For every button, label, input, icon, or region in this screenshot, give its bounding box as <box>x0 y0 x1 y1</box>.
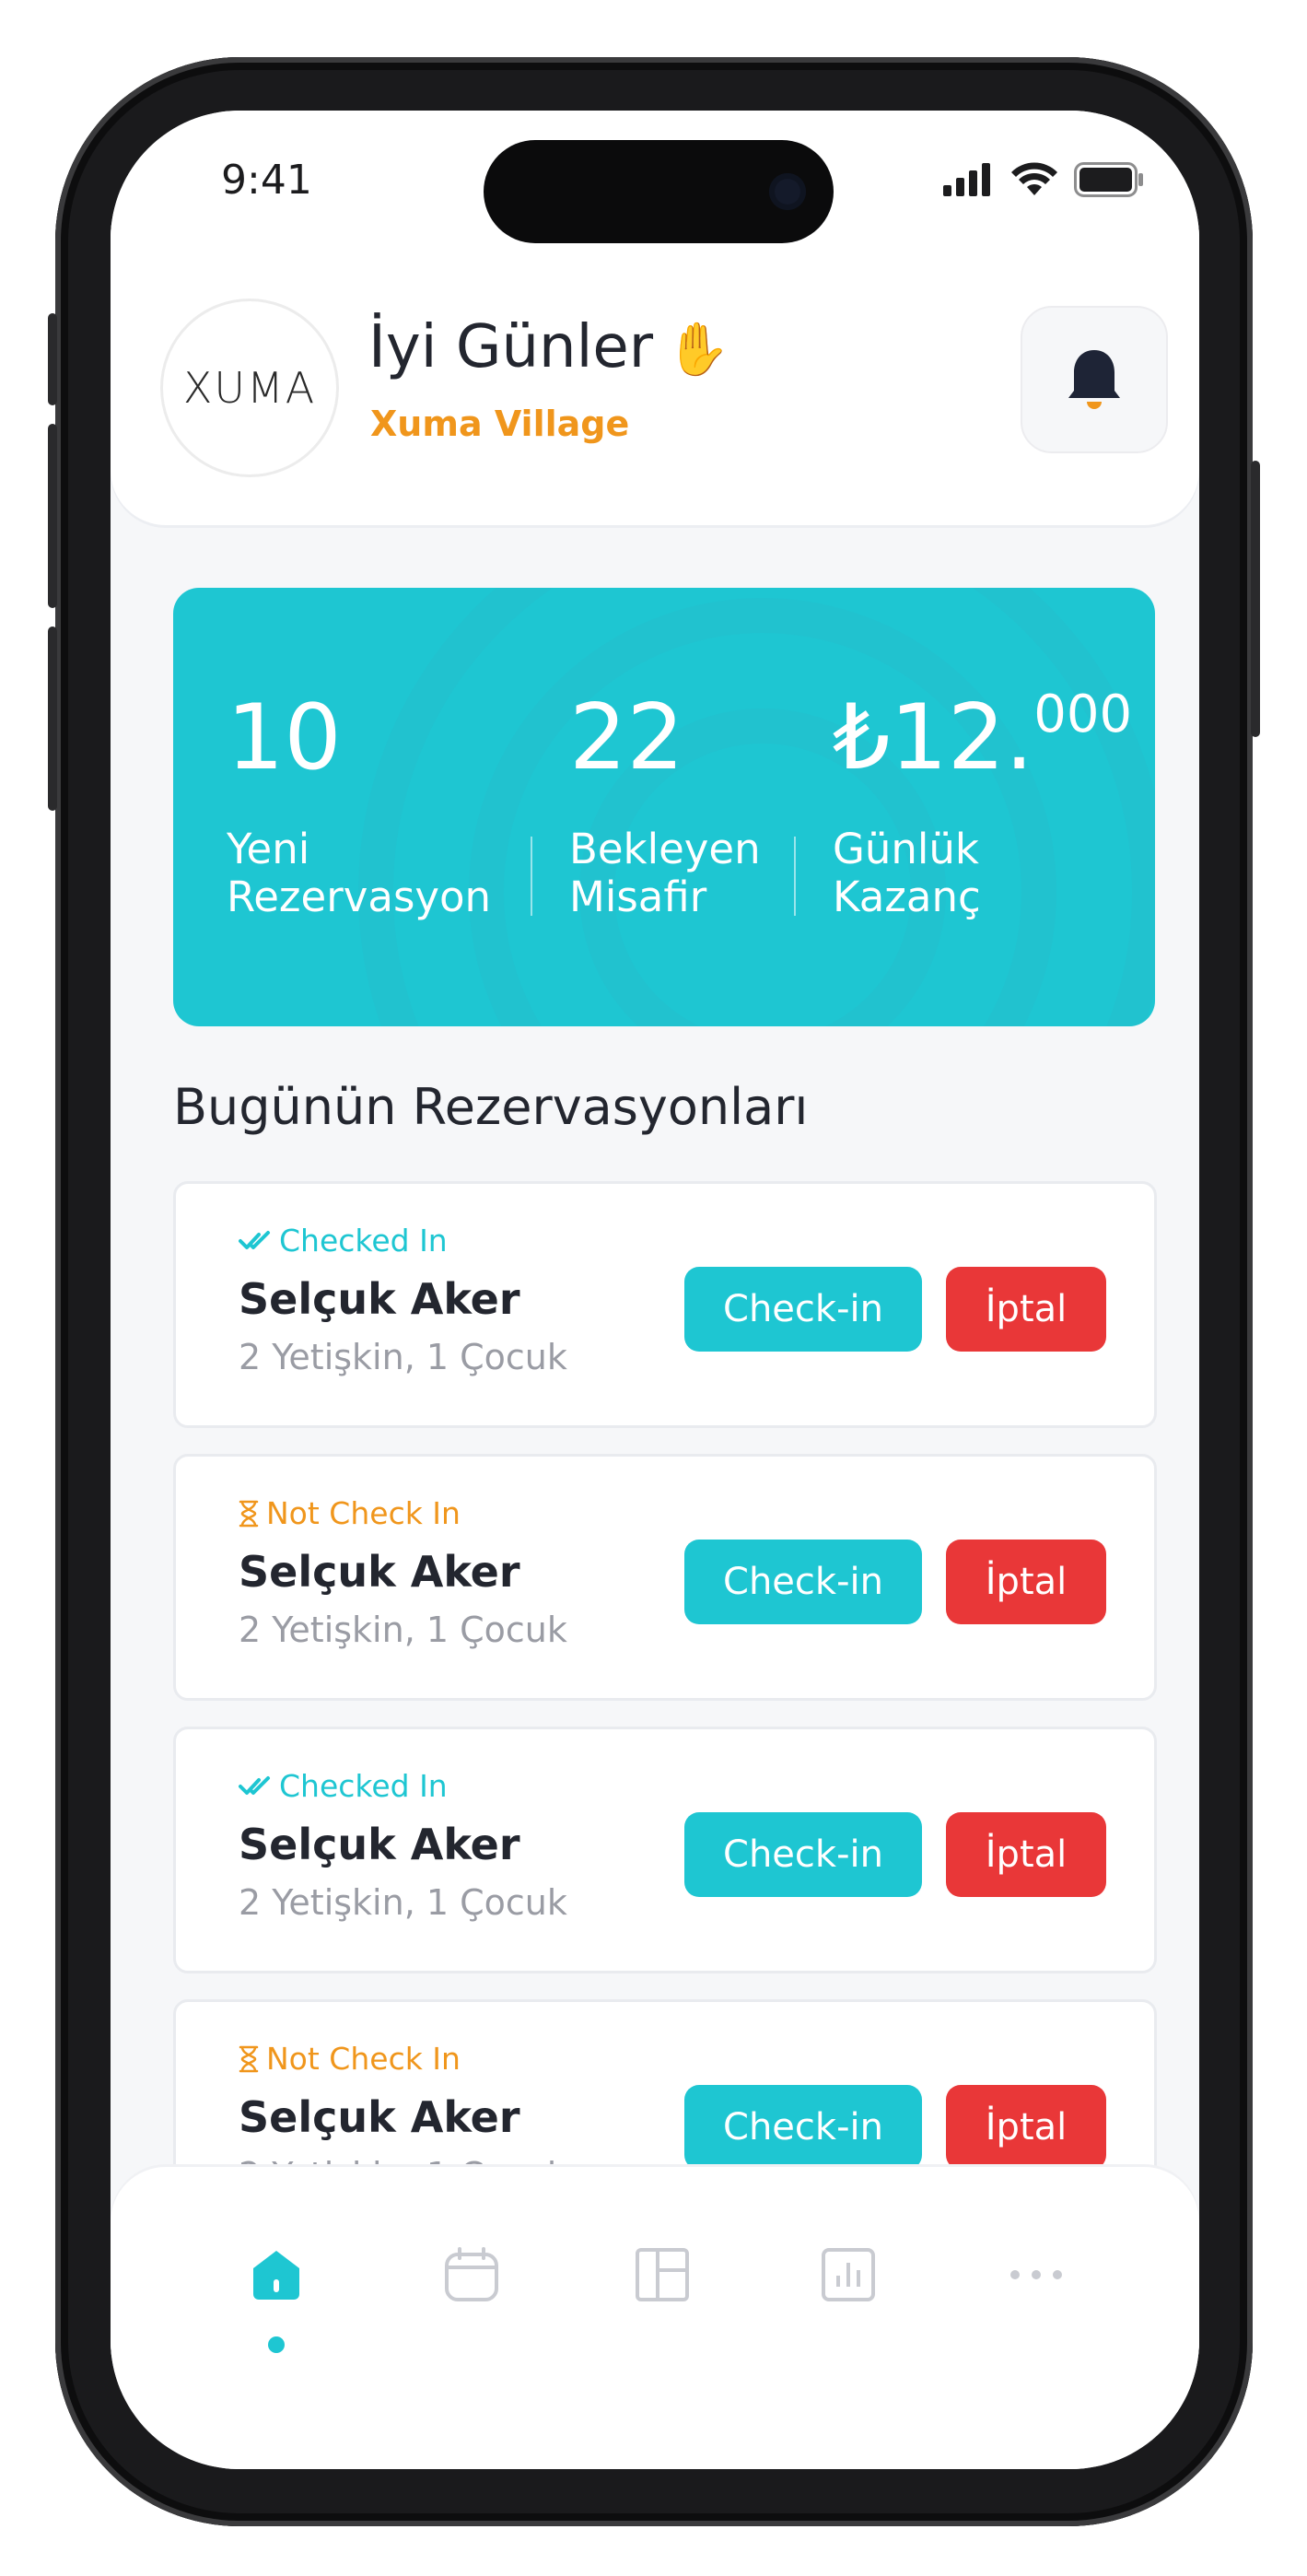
guest-name: Selçuk Aker <box>239 2092 520 2142</box>
notifications-button[interactable] <box>1021 306 1168 453</box>
check-in-button[interactable]: Check-in <box>684 1812 922 1897</box>
hourglass-icon <box>239 1500 259 1527</box>
stat-divider <box>531 837 532 916</box>
swirl-decoration <box>358 588 1155 1026</box>
greeting-title: İyi Günler ✋ <box>368 313 730 381</box>
status-icons <box>943 162 1144 197</box>
tab-home[interactable] <box>235 2233 318 2316</box>
guest-name: Selçuk Aker <box>239 1274 520 1324</box>
section-title: Bugünün Rezervasyonları <box>173 1078 809 1136</box>
wifi-icon <box>1011 162 1057 195</box>
bell-icon <box>1068 350 1120 409</box>
dynamic-island <box>484 140 834 243</box>
status-text: Checked In <box>279 1223 448 1259</box>
guest-detail: 2 Yetişkin, 1 Çocuk <box>239 1610 567 1650</box>
stat-value-new-reservations: 10 <box>227 685 342 790</box>
signal-icon <box>943 163 990 196</box>
chart-icon <box>822 2248 875 2301</box>
cancel-button[interactable]: İptal <box>946 2085 1106 2170</box>
tab-more[interactable] <box>995 2233 1078 2316</box>
status-text: Not Check In <box>266 1495 461 1531</box>
cancel-button[interactable]: İptal <box>946 1540 1106 1624</box>
reservation-status: Not Check In <box>239 2041 461 2077</box>
stat-label-pending-guests: Bekleyen Misafir <box>569 825 761 921</box>
status-text: Not Check In <box>266 2041 461 2077</box>
check-in-button[interactable]: Check-in <box>684 1540 922 1624</box>
guest-detail: 2 Yetişkin, 1 Çocuk <box>239 1882 567 1923</box>
header: 9:41 XUMA İyi Günler ✋ Xuma Village <box>111 111 1199 525</box>
cancel-button[interactable]: İptal <box>946 1267 1106 1352</box>
guest-name: Selçuk Aker <box>239 1547 520 1597</box>
stats-card: 10 Yeni Rezervasyon 22 Bekleyen Misafir … <box>173 588 1155 1026</box>
status-text: Checked In <box>279 1768 448 1804</box>
hotel-logo: XUMA <box>160 299 339 477</box>
check-in-button[interactable]: Check-in <box>684 2085 922 2170</box>
volume-down-button <box>48 626 57 811</box>
double-check-icon <box>239 1230 270 1249</box>
reservation-card[interactable]: Not Check In Selçuk Aker 2 Yetişkin, 1 Ç… <box>173 1454 1157 1701</box>
action-button <box>48 313 57 405</box>
greeting-text: İyi Günler <box>368 313 654 381</box>
wave-hand-icon: ✋ <box>666 320 730 380</box>
cancel-button[interactable]: İptal <box>946 1812 1106 1897</box>
home-icon <box>253 2251 299 2300</box>
bottom-tab-bar <box>111 2167 1199 2469</box>
earnings-main: ₺12. <box>833 685 1034 790</box>
tab-layout[interactable] <box>621 2233 704 2316</box>
guest-name: Selçuk Aker <box>239 1820 520 1869</box>
app-screen: 9:41 XUMA İyi Günler ✋ Xuma Village 10 Y… <box>111 111 1199 2469</box>
battery-icon <box>1074 162 1143 197</box>
check-in-button[interactable]: Check-in <box>684 1267 922 1352</box>
guest-detail: 2 Yetişkin, 1 Çocuk <box>239 1337 567 1377</box>
stat-label-new-reservations: Yeni Rezervasyon <box>227 825 492 921</box>
tab-calendar[interactable] <box>430 2233 513 2316</box>
double-check-icon <box>239 1775 270 1795</box>
reservation-card[interactable]: Checked In Selçuk Aker 2 Yetişkin, 1 Çoc… <box>173 1181 1157 1428</box>
layout-icon <box>636 2248 689 2301</box>
reservation-status: Checked In <box>239 1768 448 1804</box>
reservation-status: Checked In <box>239 1223 448 1259</box>
stat-label-daily-earnings: Günlük Kazanç <box>833 825 981 921</box>
stat-divider <box>794 837 796 916</box>
earnings-decimals: 000 <box>1033 685 1133 745</box>
tab-reports[interactable] <box>807 2233 890 2316</box>
logo-text: XUMA <box>182 363 317 413</box>
active-tab-indicator <box>268 2336 285 2353</box>
calendar-icon <box>445 2247 498 2301</box>
power-button <box>1251 461 1260 737</box>
hotel-name: Xuma Village <box>370 404 630 444</box>
more-icon <box>1010 2270 1062 2279</box>
volume-up-button <box>48 424 57 608</box>
stat-value-pending-guests: 22 <box>569 685 684 790</box>
hourglass-icon <box>239 2045 259 2072</box>
reservation-status: Not Check In <box>239 1495 461 1531</box>
reservation-card[interactable]: Checked In Selçuk Aker 2 Yetişkin, 1 Çoc… <box>173 1727 1157 1973</box>
stat-value-daily-earnings: ₺12.000 <box>833 685 1132 790</box>
status-time: 9:41 <box>221 157 312 204</box>
